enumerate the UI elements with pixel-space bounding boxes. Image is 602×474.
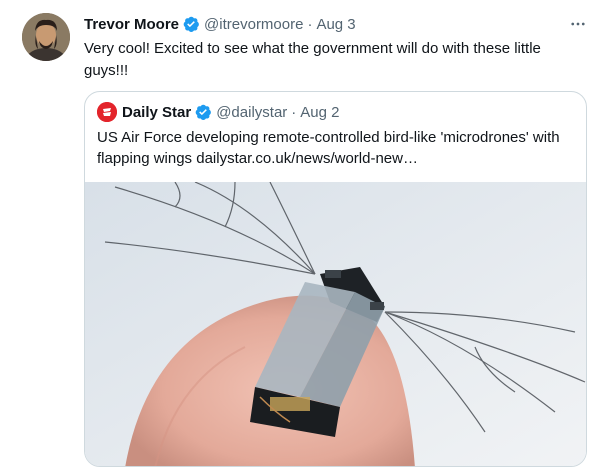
quoted-tweet-header: Daily Star @dailystar · Aug 2 <box>97 102 340 122</box>
quoted-verified-badge-icon <box>194 103 212 121</box>
author-name[interactable]: Trevor Moore <box>84 16 179 33</box>
quoted-tweet-image[interactable] <box>85 182 586 466</box>
quoted-tweet-text: US Air Force developing remote-controlle… <box>97 129 560 167</box>
author-handle[interactable]: @itrevormoore <box>204 16 303 33</box>
microdrone-photo <box>85 182 586 466</box>
quoted-tweet-date[interactable]: Aug 2 <box>300 104 339 121</box>
separator-dot: · <box>307 15 313 33</box>
daily-star-logo[interactable] <box>97 102 117 122</box>
tweet-text: Very cool! Excited to see what the gover… <box>84 40 541 79</box>
quoted-separator-dot: · <box>291 103 297 121</box>
tweet[interactable]: Trevor Moore @itrevormoore · Aug 3 Very … <box>0 0 602 474</box>
verified-badge-icon <box>182 15 200 33</box>
quoted-author-name[interactable]: Daily Star <box>122 104 191 121</box>
quoted-tweet[interactable]: Daily Star @dailystar · Aug 2 US Air For… <box>84 91 587 467</box>
more-options-icon[interactable] <box>566 12 590 36</box>
tweet-date[interactable]: Aug 3 <box>316 16 355 33</box>
tweet-header: Trevor Moore @itrevormoore · Aug 3 <box>84 14 356 34</box>
author-avatar[interactable] <box>22 13 70 61</box>
quoted-author-handle[interactable]: @dailystar <box>216 104 287 121</box>
